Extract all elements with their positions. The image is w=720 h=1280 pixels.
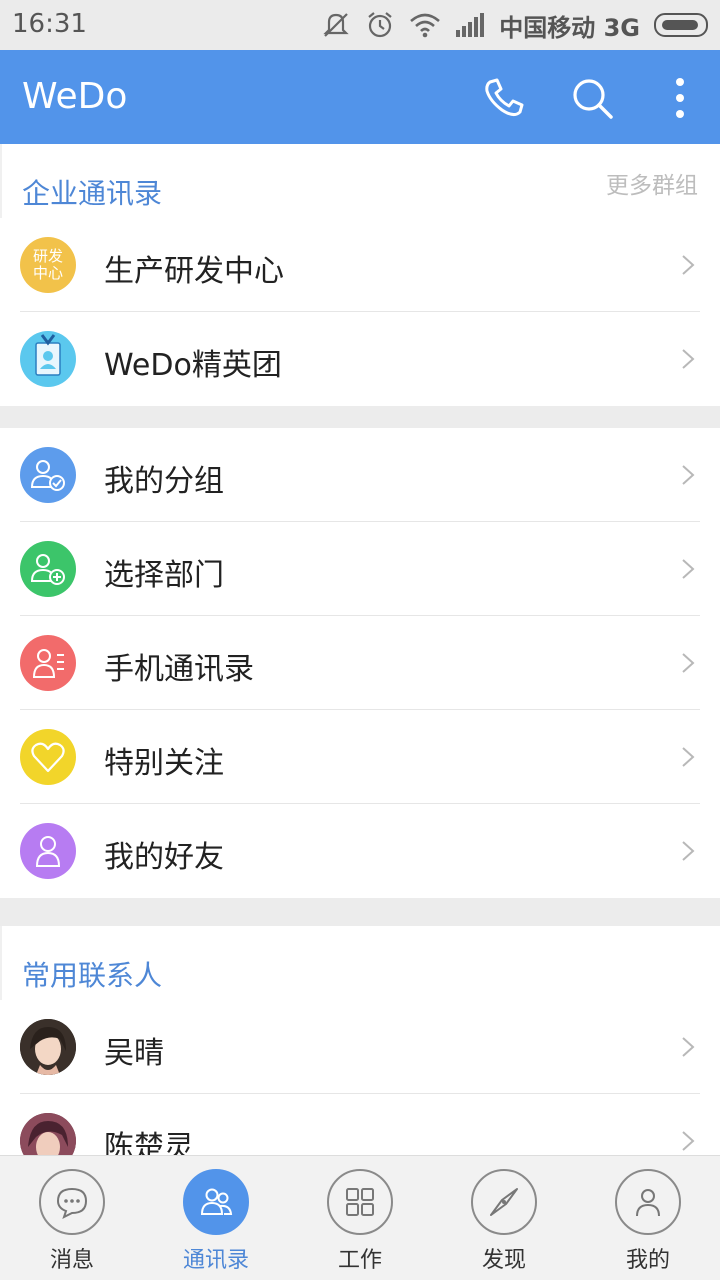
bottom-nav: 消息 通讯录 工作 发现 我的	[0, 1155, 720, 1280]
chevron-right-icon	[682, 349, 695, 369]
tab-discover[interactable]: 发现	[432, 1156, 576, 1280]
chevron-right-icon	[682, 747, 695, 767]
section-divider	[0, 406, 720, 428]
tab-messages[interactable]: 消息	[0, 1156, 144, 1280]
status-time: 16:31	[12, 9, 87, 39]
rd-center-badge-text: 研发 中心	[32, 247, 63, 282]
search-icon	[573, 79, 613, 119]
list-item-special-follow[interactable]: 特别关注	[0, 710, 720, 804]
tab-label: 消息	[49, 1248, 94, 1273]
chevron-right-icon	[682, 255, 695, 275]
contacts-icon	[183, 1169, 249, 1235]
app-title: WeDo	[22, 76, 128, 117]
grid-icon	[327, 1169, 393, 1235]
contact-item[interactable]: 陈楚灵	[0, 1094, 720, 1156]
list-item-label: 生产研发中心	[104, 254, 284, 289]
phone-button[interactable]	[474, 68, 534, 128]
app-bar: WeDo	[0, 50, 720, 144]
avatar	[20, 1019, 76, 1075]
person-icon	[20, 823, 76, 879]
list-item-label: 我的好友	[104, 840, 224, 875]
tab-contacts[interactable]: 通讯录	[144, 1156, 288, 1280]
chevron-right-icon	[682, 1037, 695, 1057]
list-item-my-friends[interactable]: 我的好友	[0, 804, 720, 898]
chevron-right-icon	[682, 465, 695, 485]
section-divider	[0, 898, 720, 926]
search-button[interactable]	[562, 68, 622, 128]
chevron-right-icon	[682, 559, 695, 579]
tab-label: 通讯录	[182, 1248, 249, 1273]
signal-icon	[456, 13, 485, 37]
contact-name: 陈楚灵	[104, 1130, 194, 1156]
contact-name: 吴晴	[104, 1036, 164, 1071]
list-item-label: 特别关注	[104, 746, 224, 781]
list-item-elite-team[interactable]: WeDo精英团	[0, 312, 720, 406]
mute-icon	[323, 13, 349, 37]
list-item-phone-contacts[interactable]: 手机通讯录	[0, 616, 720, 710]
alarm-icon	[368, 12, 392, 38]
more-groups-link[interactable]: 更多群组	[606, 166, 698, 200]
wifi-icon	[410, 13, 441, 38]
avatar	[20, 1113, 76, 1156]
tab-label: 我的	[625, 1248, 670, 1273]
compass-icon	[471, 1169, 537, 1235]
more-vert-icon	[676, 78, 684, 118]
list-item-select-department[interactable]: 选择部门	[0, 522, 720, 616]
status-icons: 中国移动 3G	[321, 8, 708, 42]
rd-center-avatar: 研发 中心	[20, 237, 76, 293]
section-title: 企业通讯录	[22, 177, 163, 210]
frequent-section-header: 常用联系人	[0, 926, 720, 1000]
chevron-right-icon	[682, 841, 695, 861]
tab-label: 工作	[337, 1248, 382, 1273]
list-item-label: 选择部门	[104, 558, 224, 593]
list-item-my-groups[interactable]: 我的分组	[0, 428, 720, 522]
badge-id-icon	[20, 331, 76, 387]
phone-icon	[485, 78, 524, 117]
group-add-icon	[20, 541, 76, 597]
list-item-rd-center[interactable]: 研发 中心 生产研发中心	[0, 218, 720, 312]
contact-item[interactable]: 吴晴	[0, 1000, 720, 1094]
enterprise-section-header: 企业通讯录 更多群组	[0, 144, 720, 218]
group-check-icon	[20, 447, 76, 503]
section-title: 常用联系人	[22, 959, 163, 992]
chat-bubble-icon	[39, 1169, 105, 1235]
tab-work[interactable]: 工作	[288, 1156, 432, 1280]
contacts-content[interactable]: 企业通讯录 更多群组 研发 中心 生产研发中心 WeDo精英团 我的分组 选择部…	[0, 144, 720, 1156]
battery-icon	[654, 13, 708, 37]
chevron-right-icon	[682, 1131, 695, 1151]
tab-mine[interactable]: 我的	[576, 1156, 720, 1280]
list-item-label: WeDo精英团	[104, 348, 282, 383]
list-item-label: 我的分组	[104, 464, 224, 499]
heart-icon	[20, 729, 76, 785]
list-item-label: 手机通讯录	[104, 652, 254, 687]
carrier-label: 中国移动 3G	[499, 13, 640, 42]
status-bar: 16:31 中国移动 3G	[0, 0, 720, 50]
more-button[interactable]	[650, 68, 710, 128]
chevron-right-icon	[682, 653, 695, 673]
tab-label: 发现	[481, 1248, 526, 1273]
contact-list-icon	[20, 635, 76, 691]
profile-icon	[615, 1169, 681, 1235]
